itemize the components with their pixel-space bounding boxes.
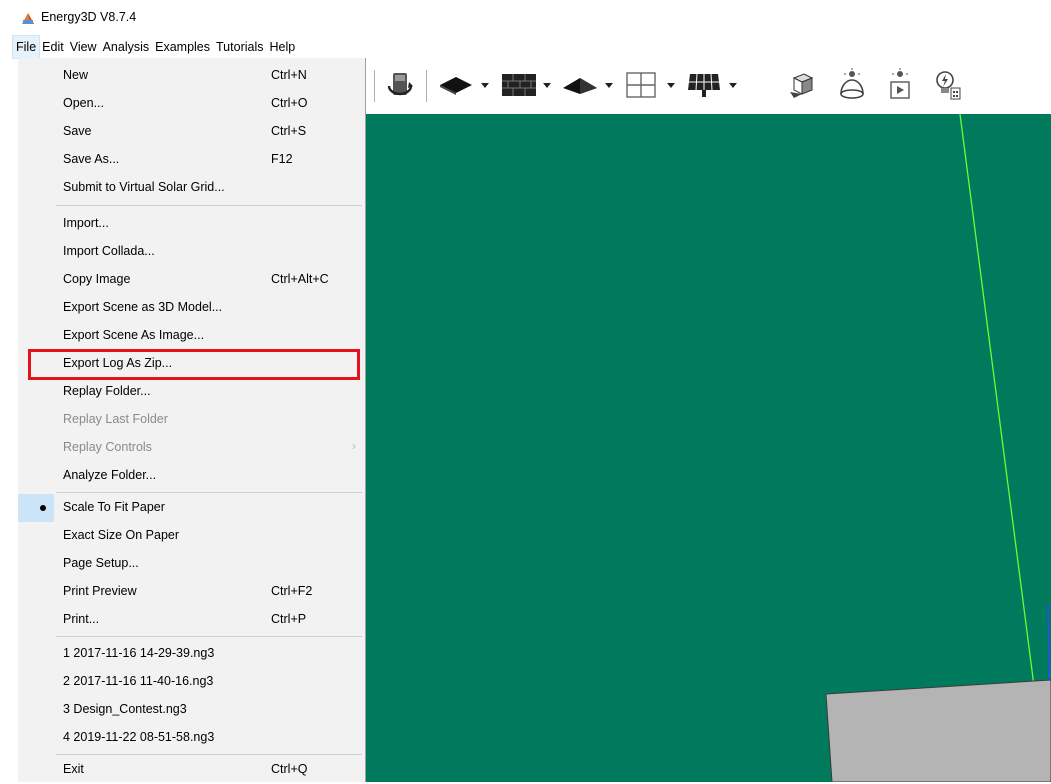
energy-analysis-icon[interactable] (932, 68, 964, 102)
sun-animation-icon[interactable] (884, 68, 916, 102)
menu-separator (56, 492, 362, 493)
menu-item-export-3d-model[interactable]: Export Scene as 3D Model... (18, 294, 364, 322)
submenu-arrow-icon: › (352, 439, 356, 453)
foundation-icon[interactable] (436, 68, 494, 102)
menu-edit[interactable]: Edit (39, 36, 67, 58)
menu-item-print-preview[interactable]: Print Preview Ctrl+F2 (18, 578, 364, 606)
menu-analysis[interactable]: Analysis (100, 36, 153, 58)
menu-item-exact-size-on-paper[interactable]: Exact Size On Paper (18, 522, 364, 550)
menu-item-save-as[interactable]: Save As... F12 (18, 146, 364, 174)
menu-item-new[interactable]: New Ctrl+N (18, 62, 364, 90)
menu-item-save[interactable]: Save Ctrl+S (18, 118, 364, 146)
energy3d-app-icon (22, 13, 34, 24)
menu-tutorials[interactable]: Tutorials (213, 36, 266, 58)
sun-heliodon-icon[interactable] (836, 68, 868, 102)
menu-item-analyze-folder[interactable]: Analyze Folder... (18, 462, 364, 490)
window-title: Energy3D V8.7.4 (41, 10, 137, 24)
toolbar-separator (374, 70, 375, 102)
toolbar-separator (426, 70, 427, 102)
menu-file[interactable]: File (11, 35, 41, 59)
menu-item-replay-controls: Replay Controls › (63, 439, 356, 454)
menu-bar: File Edit View Analysis Examples Tutoria… (0, 35, 1051, 59)
window-titlebar: Energy3D V8.7.4 (0, 0, 1051, 36)
menu-item-import[interactable]: Import... (18, 210, 364, 238)
wall-icon[interactable] (498, 68, 556, 102)
window-icon[interactable] (622, 68, 680, 102)
menu-item-print[interactable]: Print... Ctrl+P (18, 606, 364, 634)
menu-item-exit[interactable]: Exit Ctrl+Q (18, 756, 364, 784)
menu-item-recent-file-3[interactable]: 3 Design_Contest.ng3 (18, 696, 364, 724)
shadow-icon[interactable] (786, 68, 818, 102)
menu-item-import-collada[interactable]: Import Collada... (18, 238, 364, 266)
radio-selected-icon (40, 505, 46, 511)
menu-help[interactable]: Help (266, 36, 298, 58)
menu-separator (56, 205, 362, 206)
roof-icon[interactable] (560, 68, 618, 102)
menu-item-submit-virtual-solar-grid[interactable]: Submit to Virtual Solar Grid... (18, 174, 364, 202)
menu-separator (56, 636, 362, 637)
menu-item-export-scene-image[interactable]: Export Scene As Image... (18, 322, 364, 350)
menu-item-replay-folder[interactable]: Replay Folder... (18, 378, 364, 406)
main-toolbar (366, 58, 1051, 114)
scene-drawing (825, 114, 1051, 782)
menu-examples[interactable]: Examples (152, 36, 213, 58)
menu-view[interactable]: View (67, 36, 100, 58)
menu-item-recent-file-1[interactable]: 1 2017-11-16 14-29-39.ng3 (18, 640, 364, 668)
sun-ray-line (959, 114, 1035, 687)
menu-item-page-setup[interactable]: Page Setup... (18, 550, 364, 578)
3d-scene-canvas[interactable] (366, 114, 1051, 782)
menu-item-replay-last-folder: Replay Last Folder (63, 412, 168, 426)
menu-separator (56, 754, 362, 755)
menu-item-recent-file-2[interactable]: 2 2017-11-16 11-40-16.ng3 (18, 668, 364, 696)
highlight-annotation-box (28, 349, 360, 380)
menu-item-copy-image[interactable]: Copy Image Ctrl+Alt+C (18, 266, 364, 294)
rotate-view-icon[interactable] (384, 68, 416, 102)
menu-item-open[interactable]: Open... Ctrl+O (18, 90, 364, 118)
file-menu-dropdown: New Ctrl+N Open... Ctrl+O Save Ctrl+S Save … (18, 58, 366, 782)
menu-item-recent-file-4[interactable]: 4 2019-11-22 08-51-58.ng3 (18, 724, 364, 752)
solar-panel-icon[interactable] (684, 68, 742, 102)
building-foundation[interactable] (825, 679, 1051, 782)
menu-item-scale-to-fit-paper[interactable]: Scale To Fit Paper (18, 494, 364, 522)
